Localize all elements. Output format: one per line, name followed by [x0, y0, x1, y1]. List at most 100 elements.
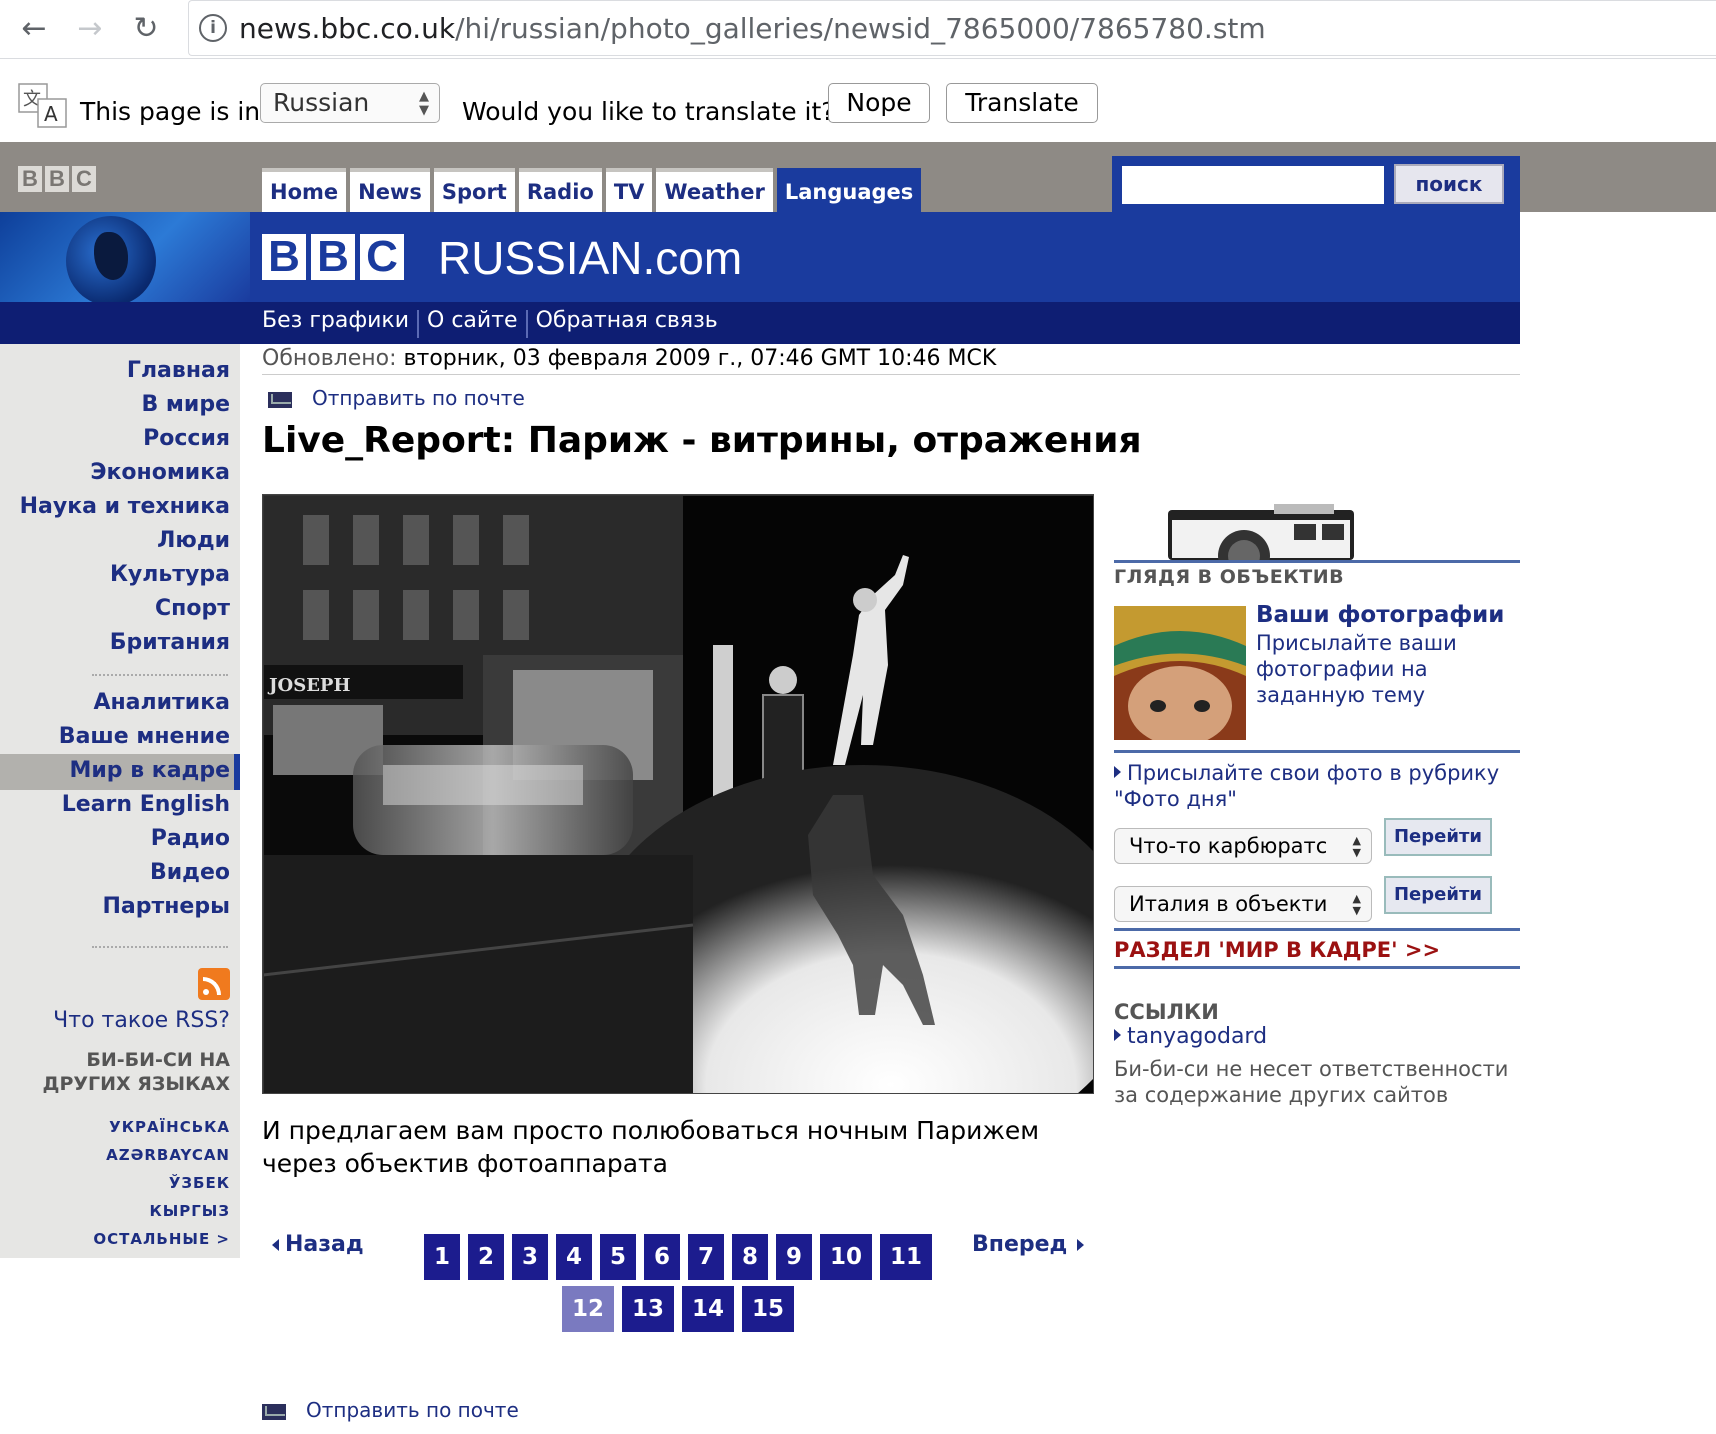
divider	[525, 310, 528, 338]
page-link[interactable]: 13	[622, 1286, 674, 1332]
page-link[interactable]: 2	[468, 1234, 504, 1280]
nav-item-learn-english[interactable]: Learn English	[62, 792, 230, 817]
gallery-photo: JOSEPH	[262, 494, 1094, 1094]
nav-item-people[interactable]: Люди	[157, 528, 230, 553]
reload-icon[interactable]: ↻	[124, 6, 168, 50]
nav-item-russia[interactable]: Россия	[143, 426, 230, 451]
next-link[interactable]: Вперед	[972, 1232, 1085, 1257]
links-heading: ССЫЛКИ	[1114, 1000, 1219, 1024]
about-site-link[interactable]: О сайте	[427, 308, 518, 338]
page-link[interactable]: 5	[600, 1234, 636, 1280]
lang-link-ukrainian[interactable]: УКРАЇНСЬКА	[109, 1118, 230, 1136]
lang-link-kyrgyz[interactable]: КЫРГЫЗ	[149, 1202, 230, 1220]
info-icon[interactable]: i	[199, 14, 227, 42]
page-link[interactable]: 11	[880, 1234, 932, 1280]
nav-item-video[interactable]: Видео	[150, 860, 230, 885]
your-photos-description[interactable]: Присылайте ваши фотографии на заданную т…	[1256, 630, 1496, 708]
world-in-frame-section-link[interactable]: РАЗДЕЛ 'МИР В КАДРЕ' >>	[1114, 938, 1440, 962]
bbc-letter: B	[262, 234, 306, 280]
nav-item-your-opinion[interactable]: Ваше мнение	[59, 724, 230, 749]
send-email-link-bottom[interactable]: Отправить по почте	[262, 1398, 519, 1422]
browser-toolbar: ← → ↻ i news.bbc.co.uk/hi/russian/photo_…	[0, 0, 1716, 58]
language-select[interactable]: Russian ▲ ▼	[260, 83, 440, 123]
nav-item-partners[interactable]: Партнеры	[102, 894, 230, 919]
select-arrows-icon: ▲ ▼	[1352, 892, 1361, 917]
updated-label: Обновлено:	[262, 346, 397, 371]
forward-icon[interactable]: →	[68, 6, 112, 50]
address-bar[interactable]: i news.bbc.co.uk/hi/russian/photo_galler…	[188, 0, 1716, 56]
arrow-left-icon	[272, 1239, 279, 1251]
bbc-small-logo[interactable]: B B C	[18, 166, 96, 192]
next-label: Вперед	[972, 1232, 1068, 1257]
page-link[interactable]: 8	[732, 1234, 768, 1280]
divider	[417, 310, 420, 338]
select-arrows-icon: ▲ ▼	[419, 89, 429, 118]
rss-icon[interactable]	[198, 968, 230, 1000]
translate-button[interactable]: Translate	[946, 83, 1098, 123]
nav-item-analytics[interactable]: Аналитика	[93, 690, 230, 715]
nav-item-world[interactable]: В мире	[142, 392, 231, 417]
page-link[interactable]: 7	[688, 1234, 724, 1280]
page-link[interactable]: 14	[682, 1286, 734, 1332]
arrow-right-icon	[1077, 1239, 1085, 1251]
article-title: Live_Report: Париж - витрины, отражения	[262, 420, 1142, 461]
page-link[interactable]: 10	[820, 1234, 872, 1280]
page-link[interactable]: 6	[644, 1234, 680, 1280]
lang-link-azerbaijani[interactable]: AZƏRBAYCAN	[106, 1146, 230, 1164]
section-heading: ГЛЯДЯ В ОБЪЕКТИВ	[1114, 566, 1345, 588]
nav-item-sport[interactable]: Спорт	[155, 596, 230, 621]
left-nav: Главная В мире Россия Экономика Наука и …	[0, 344, 240, 1258]
tab-languages[interactable]: Languages	[776, 168, 922, 212]
nav-item-main[interactable]: Главная	[127, 358, 230, 383]
your-photos-thumbnail[interactable]	[1114, 606, 1246, 740]
go-button-2[interactable]: Перейти	[1384, 876, 1492, 914]
your-photos-link[interactable]: Ваши фотографии	[1256, 602, 1504, 628]
no-graphics-link[interactable]: Без графики	[262, 308, 409, 338]
gallery-select-2[interactable]: Италия в объекти ▲ ▼	[1114, 886, 1372, 922]
photo-shop-sign: JOSEPH	[267, 675, 350, 696]
page-link[interactable]: 9	[776, 1234, 812, 1280]
url-text: news.bbc.co.uk/hi/russian/photo_gallerie…	[239, 12, 1266, 45]
go-button-1[interactable]: Перейти	[1384, 818, 1492, 856]
nav-item-science[interactable]: Наука и техника	[20, 494, 230, 519]
tab-radio[interactable]: Radio	[518, 168, 602, 212]
lang-link-uzbek[interactable]: ЎЗБЕК	[169, 1174, 230, 1192]
bbc-logo[interactable]: B B C	[262, 234, 404, 280]
search-button[interactable]: поиск	[1394, 164, 1504, 204]
prev-link[interactable]: Назад	[272, 1232, 364, 1257]
feedback-link[interactable]: Обратная связь	[536, 308, 718, 338]
arrow-right-icon	[1114, 766, 1121, 778]
nope-button[interactable]: Nope	[828, 83, 930, 123]
bbc-letter: B	[311, 234, 355, 280]
tab-weather[interactable]: Weather	[656, 168, 773, 212]
url-host: news.bbc.co.uk	[239, 11, 456, 45]
envelope-icon	[268, 391, 292, 408]
bbc-sub-bar: Без графики О сайте Обратная связь	[0, 302, 1520, 344]
nav-item-culture[interactable]: Культура	[110, 562, 230, 587]
site-name[interactable]: RUSSIAN.com	[438, 232, 742, 284]
back-icon[interactable]: ←	[12, 6, 56, 50]
gallery-select-1[interactable]: Что-то карбюратс ▲ ▼	[1114, 828, 1372, 864]
search-box: поиск	[1112, 156, 1520, 214]
page-link[interactable]: 1	[424, 1234, 460, 1280]
nav-item-world-in-frame[interactable]: Мир в кадре	[69, 758, 230, 783]
tab-sport[interactable]: Sport	[433, 168, 515, 212]
nav-item-britain[interactable]: Британия	[110, 630, 230, 655]
send-email-link[interactable]: Отправить по почте	[268, 386, 525, 410]
lang-link-others[interactable]: ОСТАЛЬНЫЕ >	[93, 1230, 230, 1248]
photo-of-day-link[interactable]: Присылайте свои фото в рубрику "Фото дня…	[1114, 760, 1520, 812]
page-link[interactable]: 4	[556, 1234, 592, 1280]
external-link[interactable]: tanyagodard	[1114, 1024, 1267, 1049]
page-link[interactable]: 3	[512, 1234, 548, 1280]
nav-item-radio[interactable]: Радио	[151, 826, 230, 851]
links-disclaimer: Би-би-си не несет ответственности за сод…	[1114, 1057, 1509, 1107]
search-input[interactable]	[1122, 166, 1384, 204]
tab-tv[interactable]: TV	[605, 168, 653, 212]
tab-news[interactable]: News	[350, 168, 430, 212]
nav-item-economy[interactable]: Экономика	[90, 460, 230, 485]
page-link[interactable]: 15	[742, 1286, 794, 1332]
bbc-letter: C	[72, 166, 96, 192]
page-link-current: 12	[562, 1286, 614, 1332]
tab-home[interactable]: Home	[262, 168, 347, 212]
rss-link[interactable]: Что такое RSS?	[53, 1008, 230, 1033]
